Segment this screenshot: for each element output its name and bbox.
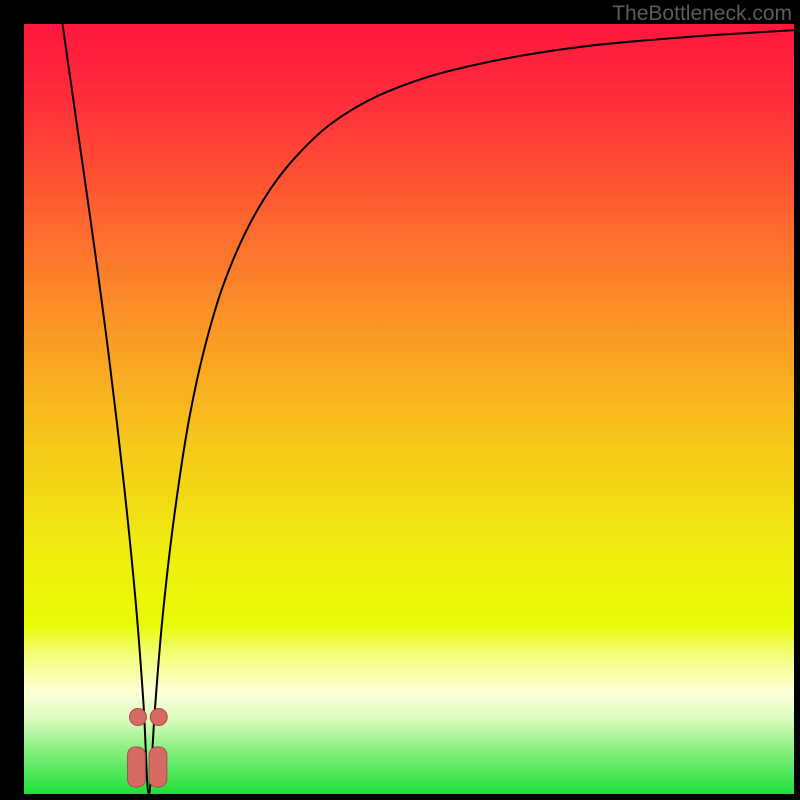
data-marker xyxy=(150,709,167,726)
watermark-text: TheBottleneck.com xyxy=(612,2,792,26)
chart-plot-area xyxy=(24,24,794,794)
data-marker xyxy=(149,747,167,787)
data-marker xyxy=(129,709,146,726)
gradient-background xyxy=(24,24,794,794)
chart-frame: TheBottleneck.com xyxy=(0,0,800,800)
data-marker xyxy=(128,747,146,787)
